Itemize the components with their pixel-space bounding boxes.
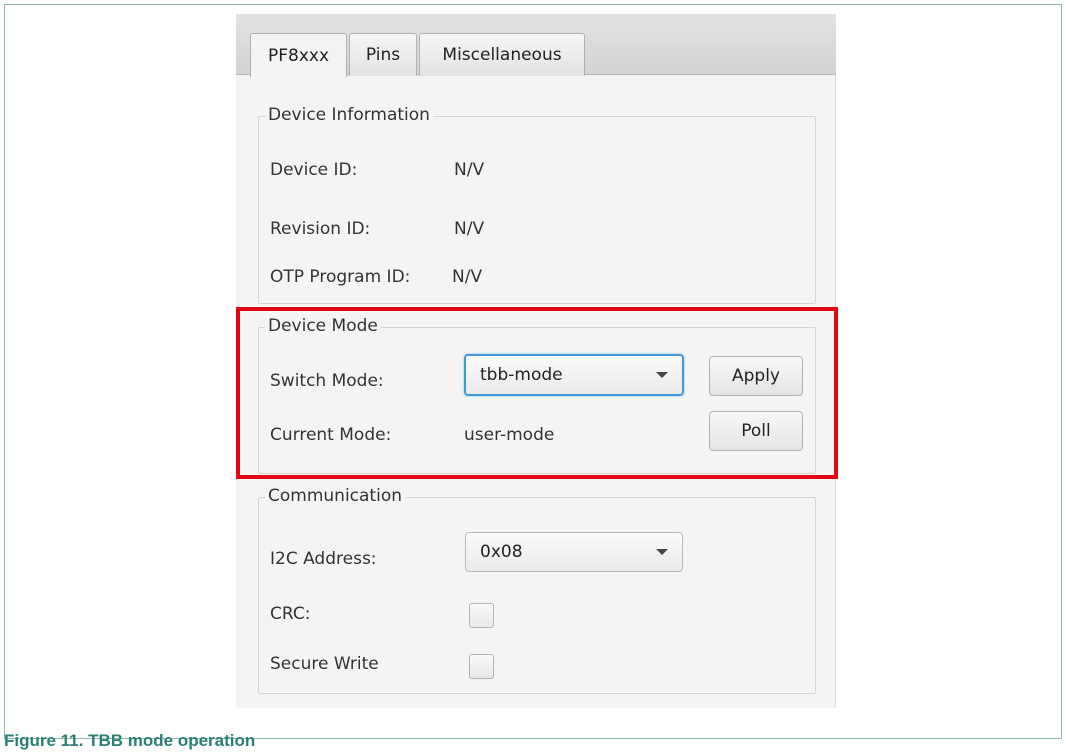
tab-pf8xxx[interactable]: PF8xxx: [250, 33, 347, 77]
switch-mode-selected-value: tbb-mode: [480, 365, 563, 385]
switch-mode-select[interactable]: tbb-mode: [464, 354, 684, 396]
revision-id-value: N/V: [454, 219, 485, 239]
crc-checkbox[interactable]: [469, 603, 494, 628]
otp-program-id-value: N/V: [452, 267, 483, 287]
chevron-down-icon: [656, 372, 668, 378]
device-mode-title: Device Mode: [265, 316, 381, 336]
tab-header: PF8xxx Pins Miscellaneous: [236, 14, 836, 77]
device-id-value: N/V: [454, 160, 485, 180]
tab-miscellaneous[interactable]: Miscellaneous: [419, 33, 585, 76]
device-id-label: Device ID:: [270, 160, 358, 180]
revision-id-label: Revision ID:: [270, 219, 371, 239]
secure-write-label: Secure Write: [270, 654, 379, 674]
apply-button[interactable]: Apply: [709, 356, 803, 396]
current-mode-label: Current Mode:: [270, 425, 392, 445]
otp-program-id-label: OTP Program ID:: [270, 267, 411, 287]
i2c-address-select[interactable]: 0x08: [465, 532, 683, 572]
device-mode-group: Device Mode: [258, 316, 816, 474]
tab-pins[interactable]: Pins: [349, 33, 417, 76]
chevron-down-icon: [656, 549, 668, 555]
i2c-address-selected-value: 0x08: [480, 542, 523, 562]
i2c-address-label: I2C Address:: [270, 549, 377, 569]
device-information-title: Device Information: [265, 105, 433, 125]
current-mode-value: user-mode: [464, 425, 555, 445]
switch-mode-label: Switch Mode:: [270, 371, 384, 391]
app-window: PF8xxx Pins Miscellaneous Device Informa…: [236, 14, 836, 708]
communication-title: Communication: [265, 486, 405, 506]
secure-write-checkbox[interactable]: [469, 654, 494, 679]
poll-button[interactable]: Poll: [709, 411, 803, 451]
figure-caption: Figure 11. TBB mode operation: [4, 731, 256, 750]
crc-label: CRC:: [270, 604, 311, 624]
